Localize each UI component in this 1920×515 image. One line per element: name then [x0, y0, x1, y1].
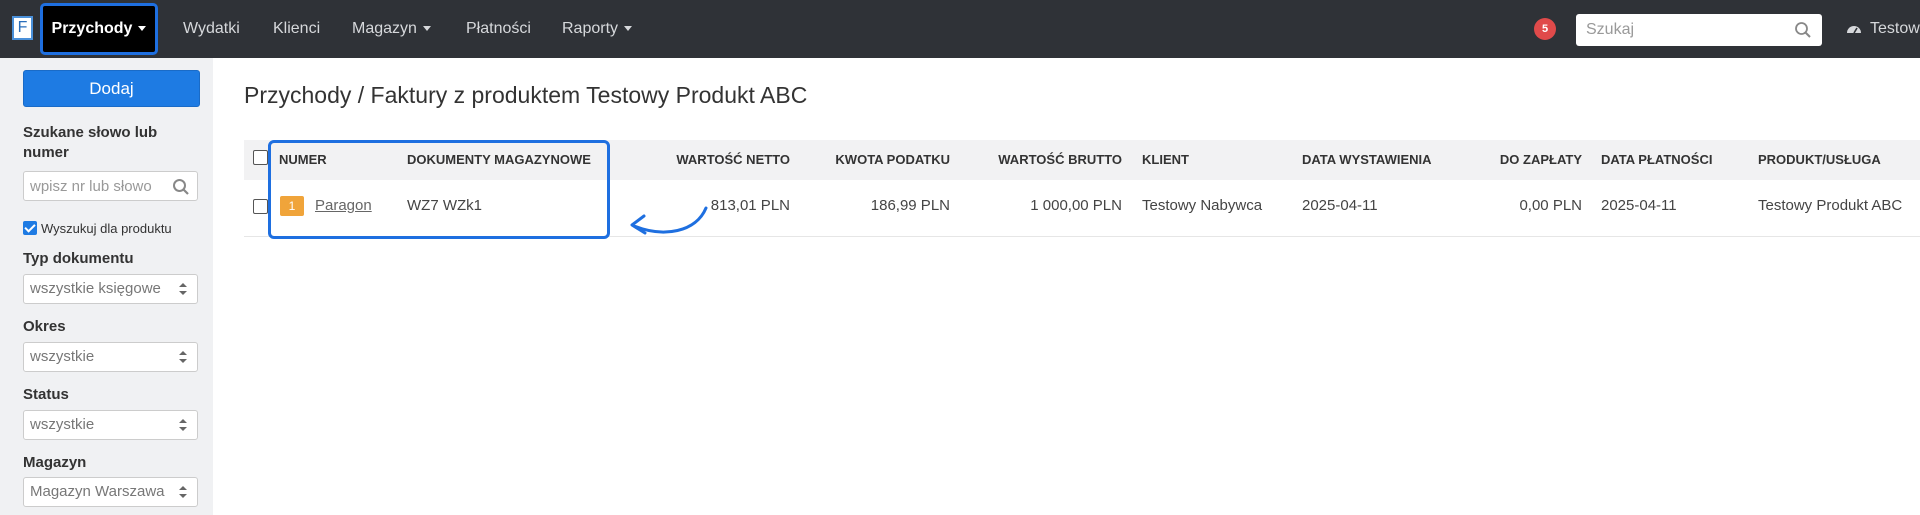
notification-badge[interactable]: 5	[1534, 18, 1556, 40]
select-value: Magazyn Warszawa	[30, 483, 165, 500]
page-title: Przychody / Faktury z produktem Testowy …	[244, 82, 808, 108]
nav-item-label: Raporty	[562, 20, 619, 37]
user-menu[interactable]: Testow	[1846, 0, 1920, 58]
cell-brutto: 1 000,00 PLN	[1030, 197, 1122, 214]
top-navbar: F Przychody Wydatki Klienci Magazyn Płat…	[0, 0, 1920, 58]
nav-item-label: Wydatki	[183, 20, 240, 37]
annotation-arrow-icon	[630, 206, 708, 235]
nav-item-klienci[interactable]: Klienci	[273, 0, 320, 58]
search-icon[interactable]	[1794, 21, 1812, 39]
nav-item-platnosci[interactable]: Płatności	[466, 0, 531, 58]
search-icon[interactable]	[172, 178, 190, 196]
sidebar-search	[23, 171, 198, 201]
cell-do-zaplaty: 0,00 PLN	[1519, 197, 1582, 214]
global-search	[1576, 14, 1822, 46]
chevron-down-icon	[422, 26, 431, 32]
nav-item-label: Przychody	[51, 20, 133, 37]
select-value: wszystkie księgowe	[30, 280, 161, 297]
search-product-checkbox[interactable]: Wyszukuj dla produktu	[23, 221, 172, 237]
column-header-data-wystawienia[interactable]: DATA WYSTAWIENIA	[1302, 140, 1432, 180]
select-value: wszystkie	[30, 416, 95, 433]
checkbox-checked-icon[interactable]	[23, 221, 37, 235]
column-header-netto[interactable]: WARTOŚĆ NETTO	[640, 140, 790, 180]
column-header-produkt[interactable]: PRODUKT/USŁUGA	[1758, 140, 1881, 180]
column-header-data-platnosci[interactable]: DATA PŁATNOŚCI	[1601, 140, 1712, 180]
filter-select-typ[interactable]: wszystkie księgowe	[23, 274, 198, 304]
cell-produkt: Testowy Produkt ABC	[1758, 197, 1903, 214]
nav-item-wydatki[interactable]: Wydatki	[183, 0, 240, 58]
filter-select-magazyn[interactable]: Magazyn Warszawa	[23, 477, 198, 507]
filter-sidebar: Dodaj Szukane słowo lub numer Wyszukuj d…	[0, 58, 213, 515]
nav-item-raporty[interactable]: Raporty	[562, 0, 633, 58]
cell-data-platnosci: 2025-04-11	[1601, 197, 1677, 214]
dashboard-icon	[1847, 25, 1861, 34]
chevron-down-icon	[138, 26, 147, 32]
row-checkbox[interactable]	[253, 199, 268, 214]
select-arrows-icon	[179, 419, 187, 431]
cell-klient: Testowy Nabywca	[1142, 197, 1263, 214]
checkbox-label: Wyszukuj dla produktu	[41, 221, 172, 236]
select-arrows-icon	[179, 351, 187, 363]
chevron-down-icon	[624, 26, 633, 32]
nav-item-label: Płatności	[466, 20, 531, 37]
column-header-brutto[interactable]: WARTOŚĆ BRUTTO	[962, 140, 1122, 180]
sidebar-search-input[interactable]	[24, 172, 169, 200]
column-header-podatek[interactable]: KWOTA PODATKU	[800, 140, 950, 180]
search-label: Szukane słowo lub numer	[23, 124, 158, 161]
cell-podatek: 186,99 PLN	[870, 197, 950, 214]
column-header-klient[interactable]: KLIENT	[1142, 140, 1189, 180]
filter-label-okres: Okres	[23, 318, 66, 335]
filter-label-typ: Typ dokumentu	[23, 250, 134, 267]
filter-label-status: Status	[23, 386, 69, 403]
app-logo[interactable]: F	[12, 16, 33, 40]
highlight-annotation-box	[268, 140, 610, 239]
add-button[interactable]: Dodaj	[23, 70, 200, 107]
cell-data-wystawienia: 2025-04-11	[1302, 197, 1378, 214]
nav-item-magazyn[interactable]: Magazyn	[352, 0, 431, 58]
select-all-checkbox[interactable]	[253, 150, 268, 165]
nav-item-przychody[interactable]: Przychody	[40, 3, 158, 55]
nav-item-label: Klienci	[273, 20, 321, 37]
filter-select-status[interactable]: wszystkie	[23, 410, 198, 440]
global-search-input[interactable]	[1576, 14, 1786, 46]
select-arrows-icon	[179, 486, 187, 498]
filter-select-okres[interactable]: wszystkie	[23, 342, 198, 372]
filter-label-magazyn: Magazyn	[23, 454, 87, 471]
select-arrows-icon	[179, 283, 187, 295]
select-value: wszystkie	[30, 348, 95, 365]
user-name: Testow	[1870, 20, 1920, 37]
nav-item-label: Magazyn	[352, 20, 417, 37]
column-header-do-zaplaty[interactable]: DO ZAPŁATY	[1462, 140, 1582, 180]
